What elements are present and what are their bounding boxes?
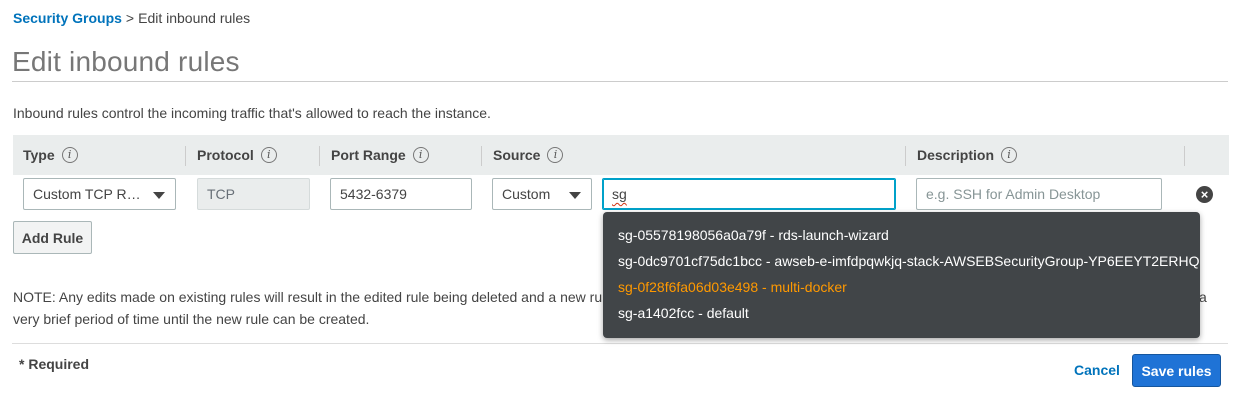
- required-label: * Required: [19, 356, 90, 372]
- type-select-value: Custom TCP R…: [33, 186, 141, 202]
- source-search-input[interactable]: sg: [602, 178, 896, 210]
- remove-rule-icon[interactable]: ×: [1196, 186, 1213, 203]
- chevron-down-icon: [569, 192, 581, 199]
- protocol-info-icon[interactable]: i: [260, 147, 277, 163]
- protocol-value: TCP: [207, 186, 235, 202]
- breadcrumb-current: Edit inbound rules: [138, 10, 251, 26]
- header-source: Source i: [493, 147, 564, 163]
- header-divider: [319, 146, 320, 166]
- header-port-range: Port Range i: [331, 147, 429, 163]
- type-info-icon[interactable]: i: [61, 147, 78, 163]
- header-description-label: Description: [917, 147, 995, 163]
- source-suggestions-dropdown: sg-05578198056a0a79f - rds-launch-wizard…: [603, 212, 1200, 338]
- header-divider: [905, 146, 906, 166]
- breadcrumb-separator: >: [125, 10, 135, 26]
- cancel-button[interactable]: Cancel: [1066, 356, 1128, 384]
- source-type-value: Custom: [502, 186, 551, 202]
- rules-table-header: Type i Protocol i Port Range i Source i …: [13, 135, 1229, 175]
- header-protocol: Protocol i: [197, 147, 277, 163]
- header-protocol-label: Protocol: [197, 147, 254, 163]
- note-line-2: very brief period of time until the new …: [13, 311, 370, 327]
- port-range-info-icon[interactable]: i: [412, 147, 429, 163]
- footer-divider: [12, 343, 1228, 344]
- save-rules-button[interactable]: Save rules: [1132, 354, 1221, 387]
- port-range-value: 5432-6379: [340, 186, 407, 202]
- suggestion-item[interactable]: sg-05578198056a0a79f - rds-launch-wizard: [618, 227, 889, 243]
- suggestion-item-highlighted[interactable]: sg-0f28f6fa06d03e498 - multi-docker: [618, 279, 847, 295]
- source-search-value: sg: [612, 186, 627, 202]
- header-source-label: Source: [493, 147, 541, 163]
- header-port-range-label: Port Range: [331, 147, 406, 163]
- port-range-input[interactable]: 5432-6379: [330, 178, 472, 210]
- description-placeholder: e.g. SSH for Admin Desktop: [926, 186, 1101, 202]
- description-input[interactable]: e.g. SSH for Admin Desktop: [916, 178, 1162, 210]
- type-select[interactable]: Custom TCP R…: [23, 178, 176, 210]
- header-divider: [481, 146, 482, 166]
- source-type-select[interactable]: Custom: [492, 178, 592, 210]
- chevron-down-icon: [153, 192, 165, 199]
- header-description: Description i: [917, 147, 1018, 163]
- suggestion-item[interactable]: sg-0dc9701cf75dc1bcc - awseb-e-imfdpqwkj…: [618, 253, 1200, 269]
- protocol-field: TCP: [197, 178, 310, 210]
- header-type-label: Type: [23, 147, 55, 163]
- header-divider: [185, 146, 186, 166]
- add-rule-button[interactable]: Add Rule: [13, 221, 92, 254]
- page-title: Edit inbound rules: [12, 46, 240, 77]
- note-line-1: NOTE: Any edits made on existing rules w…: [13, 289, 614, 305]
- intro-text: Inbound rules control the incoming traff…: [13, 105, 491, 121]
- source-info-icon[interactable]: i: [547, 147, 564, 163]
- header-divider: [1184, 146, 1185, 166]
- header-type: Type i: [23, 147, 78, 163]
- breadcrumb: Security Groups > Edit inbound rules: [13, 10, 250, 26]
- breadcrumb-security-groups-link[interactable]: Security Groups: [13, 10, 122, 26]
- suggestion-item[interactable]: sg-a1402fcc - default: [618, 305, 749, 321]
- note-line-1-end: a: [1199, 289, 1207, 305]
- title-divider: [12, 81, 1228, 82]
- description-info-icon[interactable]: i: [1001, 147, 1018, 163]
